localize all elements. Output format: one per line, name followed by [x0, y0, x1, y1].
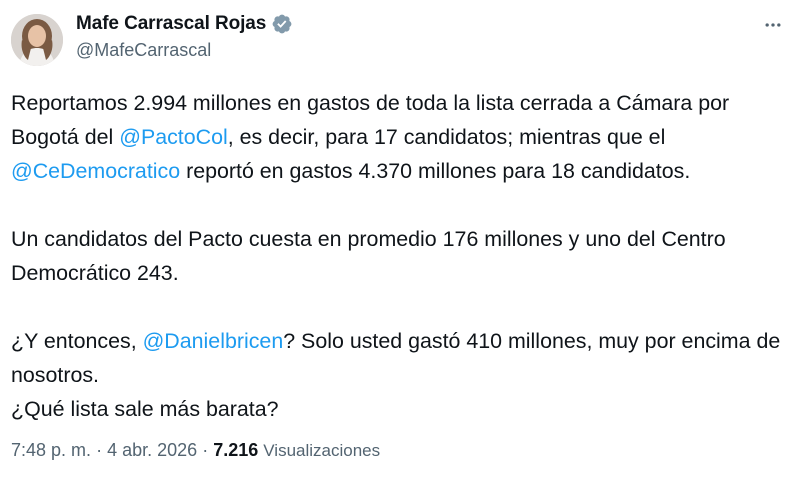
verified-badge-icon [271, 13, 293, 35]
author-handle[interactable]: @MafeCarrascal [76, 40, 211, 61]
meta-separator: · [202, 440, 209, 460]
author-avatar[interactable] [11, 14, 63, 66]
mention-link[interactable]: @Danielbricen [143, 329, 284, 353]
tweet-text-segment: ¿Y entonces, [11, 329, 143, 353]
mention-link[interactable]: @CeDemocratico [11, 159, 180, 183]
mention-link[interactable]: @PactoCol [119, 125, 228, 149]
tweet-paragraph: Reportamos 2.994 millones en gastos de t… [11, 86, 801, 188]
tweet-text-segment: , es decir, para 17 candidatos; mientras… [227, 125, 666, 149]
more-options-icon[interactable] [762, 14, 784, 36]
tweet-metadata: 7:48 p. m. · 4 abr. 2026 · 7.216 Visuali… [11, 440, 380, 461]
tweet-text-segment: Un candidatos del Pacto cuesta en promed… [11, 227, 726, 285]
tweet-paragraph: Un candidatos del Pacto cuesta en promed… [11, 222, 801, 290]
author-display-name[interactable]: Mafe Carrascal Rojas [76, 13, 266, 35]
views-count[interactable]: 7.216 [213, 440, 258, 460]
tweet-text-segment: ¿Qué lista sale más barata? [11, 397, 279, 421]
tweet-text-segment: reportó en gastos 4.370 millones para 18… [180, 159, 691, 183]
tweet-date[interactable]: 4 abr. 2026 [107, 440, 197, 460]
tweet-text: Reportamos 2.994 millones en gastos de t… [11, 86, 801, 426]
tweet-paragraph: ¿Y entonces, @Danielbricen? Solo usted g… [11, 324, 801, 426]
meta-separator: · [96, 440, 103, 460]
profile-photo-icon [11, 14, 63, 66]
tweet-time[interactable]: 7:48 p. m. [11, 440, 91, 460]
author-name-row: Mafe Carrascal Rojas [76, 12, 293, 36]
tweet-card: Mafe Carrascal Rojas @MafeCarrascal Repo… [0, 0, 807, 482]
views-label: Visualizaciones [263, 441, 381, 460]
